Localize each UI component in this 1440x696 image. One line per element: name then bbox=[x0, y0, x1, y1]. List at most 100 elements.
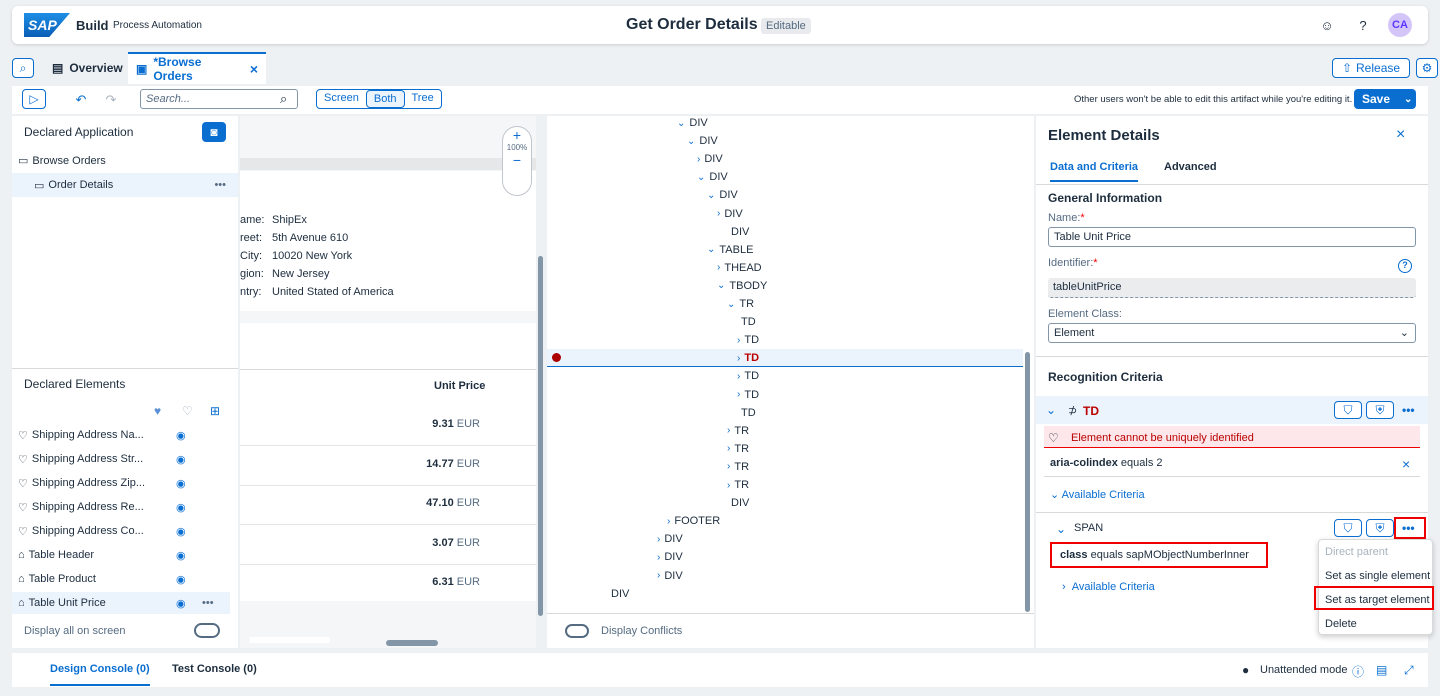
info-icon[interactable]: ? bbox=[1398, 259, 1412, 273]
dom-node[interactable]: TD bbox=[741, 316, 756, 328]
element-list-item[interactable]: ♡ Shipping Address Zip... ◉ bbox=[12, 472, 230, 494]
h-scrollbar[interactable] bbox=[386, 640, 438, 646]
chevron-icon[interactable]: › bbox=[667, 516, 670, 527]
eye-icon[interactable]: ◉ bbox=[176, 597, 186, 610]
dom-node[interactable]: ⌄ TBODY bbox=[717, 280, 767, 292]
chevron-icon[interactable]: › bbox=[737, 353, 740, 364]
dom-node[interactable]: › THEAD bbox=[717, 262, 762, 274]
tree-item-browse-orders[interactable]: ▭ Browse Orders bbox=[18, 154, 106, 168]
tab-test-console[interactable]: Test Console (0) bbox=[172, 663, 257, 675]
capture-icon[interactable]: ◙ bbox=[202, 122, 226, 142]
redo-icon[interactable]: ↷ bbox=[100, 89, 122, 111]
zoom-in-icon[interactable]: + bbox=[503, 127, 531, 143]
eye-icon[interactable]: ◉ bbox=[176, 525, 186, 538]
play-icon[interactable]: ▷ bbox=[22, 89, 46, 109]
save-button[interactable]: Save ⌄ bbox=[1354, 89, 1416, 109]
eye-icon[interactable]: ◉ bbox=[176, 477, 186, 490]
chevron-down-icon[interactable]: ⌄ bbox=[1056, 522, 1066, 536]
tab-design-console[interactable]: Design Console (0) bbox=[50, 663, 150, 686]
dom-node[interactable]: › DIV bbox=[657, 551, 683, 563]
dom-node[interactable]: › DIV bbox=[657, 570, 683, 582]
eye-icon[interactable]: ◉ bbox=[176, 573, 186, 586]
available-criteria-link[interactable]: ⌄ Available Criteria bbox=[1050, 488, 1145, 501]
settings-icon[interactable]: ⚙ bbox=[1416, 58, 1438, 78]
dom-node[interactable]: › TD bbox=[737, 352, 759, 364]
element-list-item[interactable]: ⌂ Table Header ◉ bbox=[12, 544, 230, 566]
dom-node[interactable]: › TD bbox=[737, 370, 759, 382]
dom-node[interactable]: ⌄ TABLE bbox=[707, 244, 753, 256]
chevron-icon[interactable]: › bbox=[737, 335, 740, 346]
chevron-icon[interactable]: › bbox=[657, 570, 660, 581]
shield-icon[interactable]: ⛉ bbox=[1334, 519, 1362, 537]
element-list-item[interactable]: ⌂ Table Product ◉ bbox=[12, 568, 230, 590]
chevron-icon[interactable]: › bbox=[727, 425, 730, 436]
zoom-out-icon[interactable]: − bbox=[503, 152, 531, 168]
display-all-toggle[interactable] bbox=[194, 623, 220, 638]
chevron-icon[interactable]: ⌄ bbox=[697, 172, 705, 183]
chevron-icon[interactable]: › bbox=[697, 154, 700, 165]
search-input[interactable]: Search... bbox=[140, 89, 298, 109]
available-criteria-link[interactable]: › Available Criteria bbox=[1062, 581, 1155, 593]
dom-node[interactable]: › DIV bbox=[697, 153, 723, 165]
panel-icon[interactable]: ▤ bbox=[1376, 663, 1387, 677]
menu-set-single[interactable]: Set as single element bbox=[1325, 570, 1430, 582]
display-conflicts-toggle[interactable] bbox=[565, 624, 589, 638]
add-element-icon[interactable]: ⊞ bbox=[210, 404, 220, 418]
dom-node[interactable]: ⌄ DIV bbox=[707, 189, 738, 201]
view-tree[interactable]: Tree bbox=[405, 90, 441, 108]
chevron-down-icon[interactable]: ⌄ bbox=[1046, 403, 1056, 417]
release-button[interactable]: ⇧ Release bbox=[1332, 58, 1410, 78]
eye-icon[interactable]: ◉ bbox=[176, 501, 186, 514]
chevron-icon[interactable]: ⌄ bbox=[677, 118, 685, 129]
chevron-icon[interactable]: › bbox=[727, 480, 730, 491]
chevron-icon[interactable]: › bbox=[727, 443, 730, 454]
more-icon[interactable]: ••• bbox=[1402, 521, 1415, 535]
breakpoint-icon[interactable] bbox=[552, 353, 561, 362]
chevron-icon[interactable]: › bbox=[717, 262, 720, 273]
chevron-icon[interactable]: › bbox=[657, 534, 660, 545]
dom-node[interactable]: › DIV bbox=[657, 533, 683, 545]
chevron-icon[interactable]: ⌄ bbox=[707, 244, 715, 255]
info-icon[interactable]: ⓘ bbox=[1352, 663, 1364, 680]
dom-node[interactable]: DIV bbox=[731, 226, 749, 238]
dom-node[interactable]: › TD bbox=[737, 334, 759, 346]
expand-icon[interactable]: ⤢ bbox=[1404, 663, 1414, 678]
more-icon[interactable]: ••• bbox=[1402, 403, 1415, 417]
dom-node[interactable]: TD bbox=[741, 407, 756, 419]
chevron-icon[interactable]: › bbox=[717, 208, 720, 219]
dom-node[interactable]: DIV bbox=[611, 588, 629, 600]
dom-node[interactable]: › FOOTER bbox=[667, 515, 720, 527]
view-screen[interactable]: Screen bbox=[317, 90, 366, 108]
help-icon[interactable]: ? bbox=[1352, 14, 1374, 36]
chevron-icon[interactable]: ⌄ bbox=[727, 299, 735, 310]
dom-node[interactable]: ⌄ DIV bbox=[677, 117, 708, 129]
chevron-icon[interactable]: › bbox=[737, 389, 740, 400]
dom-node[interactable]: › TR bbox=[727, 425, 749, 437]
dom-node[interactable]: › DIV bbox=[717, 208, 743, 220]
chevron-icon[interactable]: › bbox=[737, 371, 740, 382]
tab-overview[interactable]: ▤ Overview bbox=[44, 52, 131, 84]
eye-icon[interactable]: ◉ bbox=[176, 549, 186, 562]
remove-icon[interactable]: × bbox=[1402, 456, 1410, 472]
shield-icon[interactable]: ⛉ bbox=[1334, 401, 1362, 419]
dom-scrollbar[interactable] bbox=[1025, 352, 1030, 612]
eye-icon[interactable]: ◉ bbox=[176, 429, 186, 442]
tab-browse-orders[interactable]: ▣ *Browse Orders × bbox=[128, 52, 266, 84]
feedback-icon[interactable]: ☺ bbox=[1316, 14, 1338, 36]
close-icon[interactable]: × bbox=[1396, 126, 1405, 144]
chevron-down-icon[interactable]: ⌄ bbox=[1404, 94, 1412, 105]
v-scrollbar[interactable] bbox=[536, 116, 546, 648]
dom-node[interactable]: › TR bbox=[727, 479, 749, 491]
dom-node[interactable]: ⌄ DIV bbox=[697, 171, 728, 183]
chevron-icon[interactable]: › bbox=[727, 461, 730, 472]
view-both[interactable]: Both bbox=[365, 90, 405, 108]
chevron-icon[interactable]: ⌄ bbox=[707, 190, 715, 201]
tab-data-criteria[interactable]: Data and Criteria bbox=[1050, 161, 1139, 182]
dom-node[interactable]: › TR bbox=[727, 461, 749, 473]
chevron-icon[interactable]: ⌄ bbox=[717, 280, 725, 291]
element-list-item[interactable]: ♡ Shipping Address Na... ◉ bbox=[12, 424, 230, 446]
more-icon[interactable]: ••• bbox=[202, 597, 214, 609]
class-select[interactable]: Element ⌄ bbox=[1048, 323, 1416, 343]
dom-node[interactable]: DIV bbox=[731, 497, 749, 509]
close-icon[interactable]: × bbox=[250, 61, 258, 77]
